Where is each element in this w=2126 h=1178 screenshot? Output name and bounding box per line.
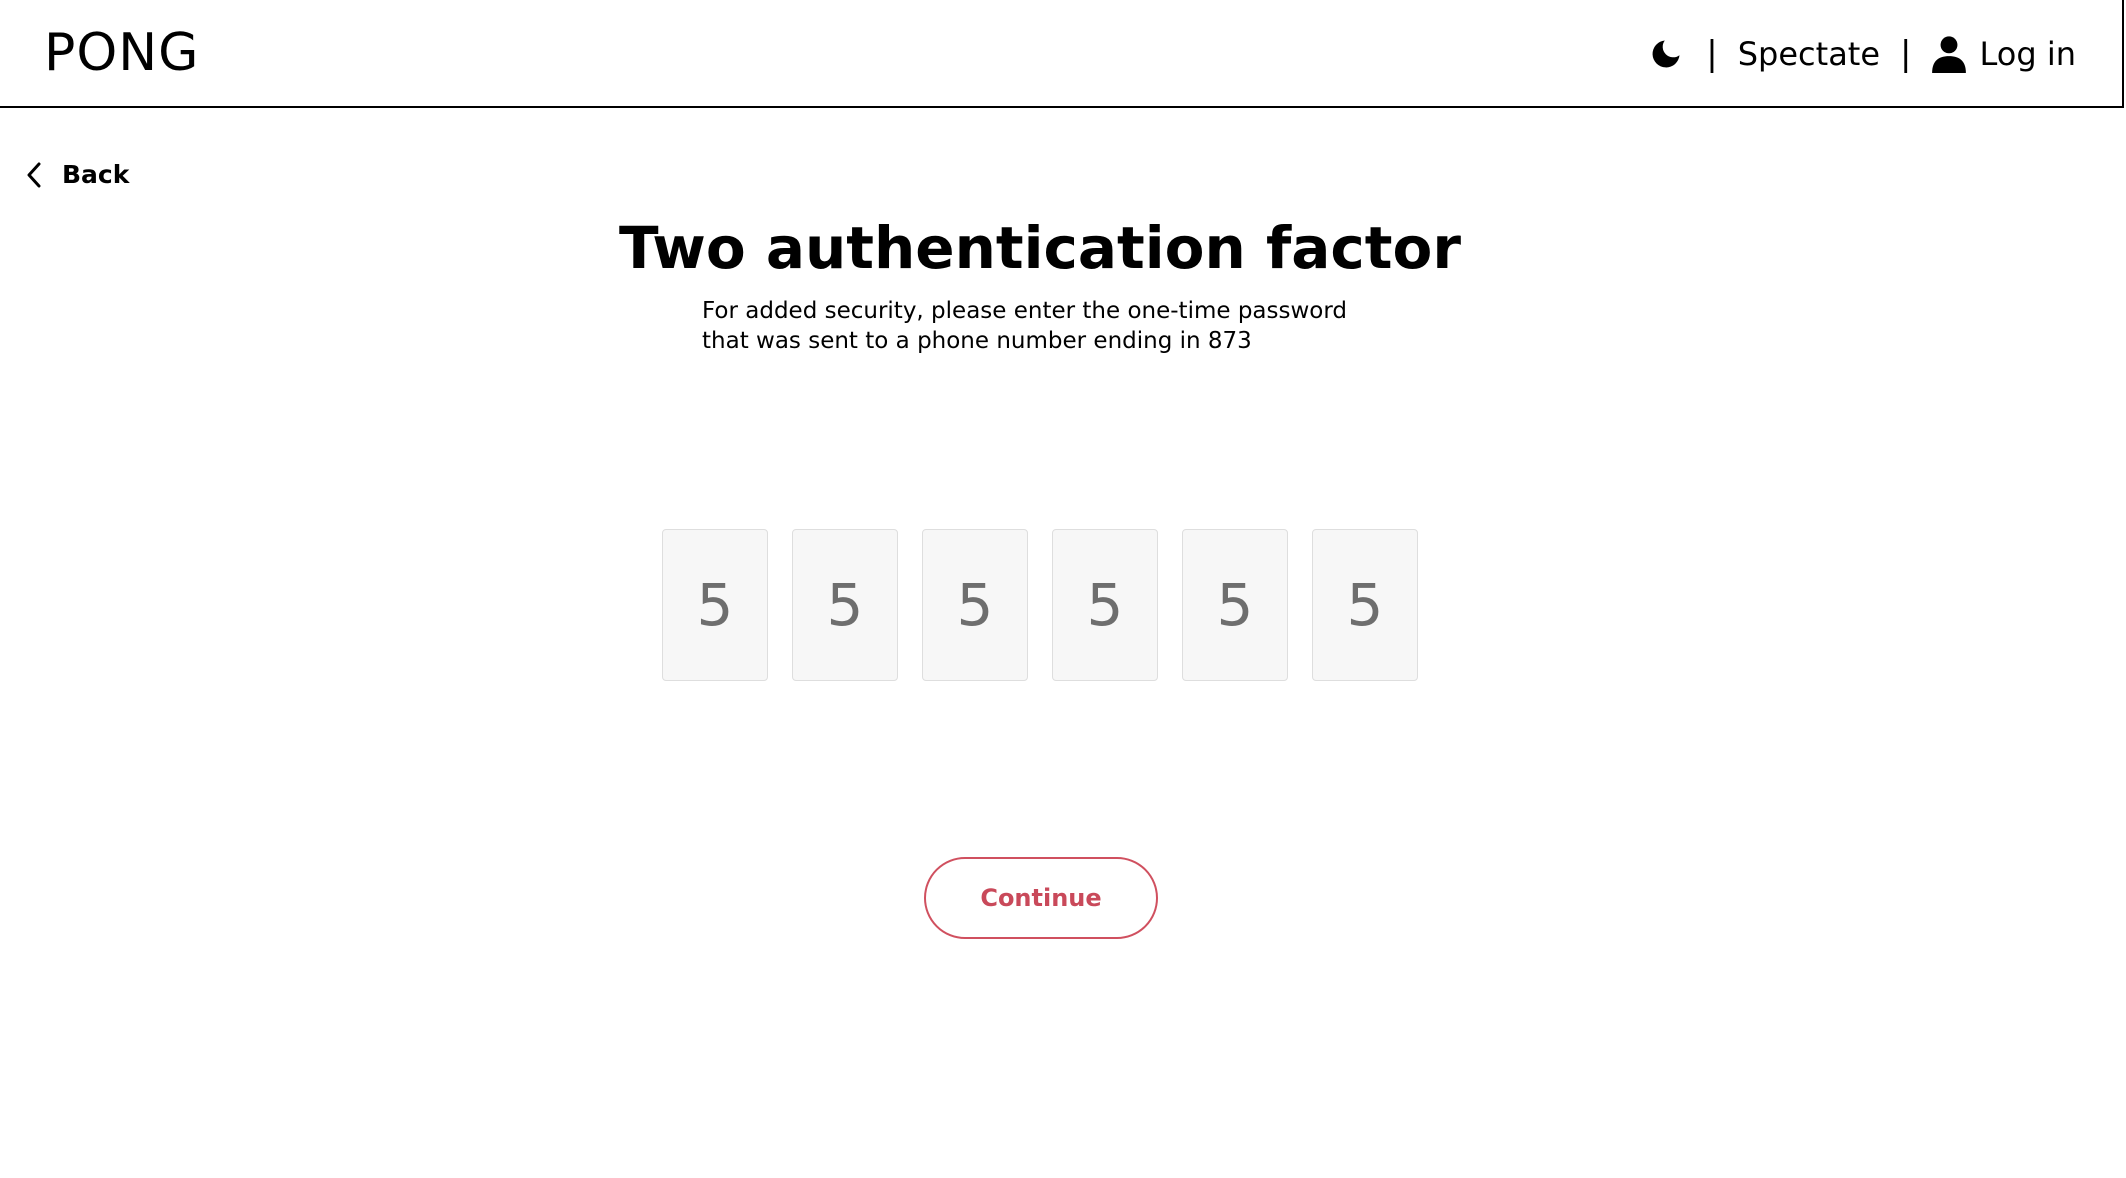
otp-code-inputs: [662, 529, 1418, 681]
user-icon: [1931, 34, 1968, 74]
otp-digit-3[interactable]: [922, 529, 1028, 681]
page-subtitle: For added security, please enter the one…: [702, 296, 1422, 356]
continue-button[interactable]: Continue: [924, 857, 1158, 939]
nav-separator: |: [1706, 34, 1718, 74]
spectate-link[interactable]: Spectate: [1738, 30, 1880, 78]
subtitle-line-1: For added security, please enter the one…: [702, 298, 1348, 324]
nav-separator: |: [1900, 34, 1912, 74]
login-label: Log in: [1979, 35, 2077, 73]
login-link[interactable]: Log in: [1931, 30, 2077, 78]
back-label: Back: [62, 160, 130, 189]
page-title: Two authentication factor: [619, 214, 1461, 282]
header-nav: | Spectate | Log in: [1646, 30, 2076, 78]
chevron-left-icon: [26, 159, 46, 191]
back-link[interactable]: Back: [26, 158, 129, 192]
otp-digit-6[interactable]: [1312, 529, 1418, 681]
moon-icon[interactable]: [1646, 34, 1686, 74]
subtitle-line-2: that was sent to a phone number ending i…: [702, 328, 1252, 354]
logo[interactable]: PONG: [44, 22, 199, 84]
otp-digit-4[interactable]: [1052, 529, 1158, 681]
top-bar: PONG | Spectate | Log in: [0, 0, 2124, 108]
otp-digit-1[interactable]: [662, 529, 768, 681]
otp-digit-2[interactable]: [792, 529, 898, 681]
otp-digit-5[interactable]: [1182, 529, 1288, 681]
